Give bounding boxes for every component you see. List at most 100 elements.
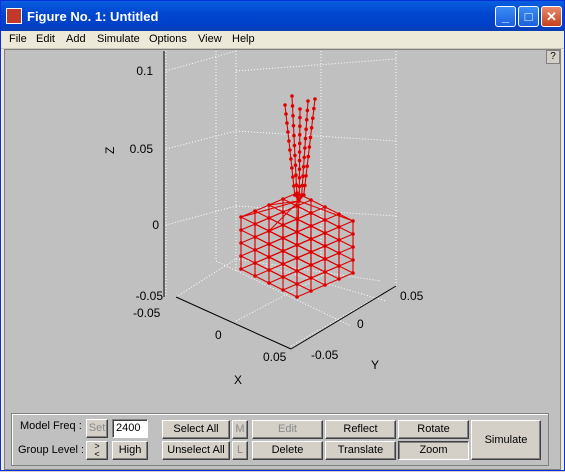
model-edge [311,213,325,220]
model-edge [269,225,283,231]
model-edge [325,272,339,279]
model-edge [297,291,311,297]
edit-button[interactable]: Edit [252,420,323,439]
model-edge [311,233,325,239]
model-edge [255,224,269,231]
model-edge [255,263,269,270]
model-node [281,288,285,292]
model-node [323,218,327,222]
model-node [304,174,308,178]
model-node [302,156,306,160]
model-node [309,237,313,241]
model-edge [339,221,353,227]
model-edge [241,263,255,269]
model-node [309,263,313,267]
model-edge [255,276,269,283]
model-edge [283,232,297,238]
model-node [305,164,309,168]
model-node [298,159,302,163]
set-button[interactable]: Set [86,419,108,438]
model-edge [311,285,325,291]
group-level-value[interactable]: High [112,441,148,460]
rotate-button[interactable]: Rotate [398,420,469,439]
simulate-button[interactable]: Simulate [471,420,541,460]
unselect-all-button[interactable]: Unselect All [162,441,230,460]
model-node [306,99,310,103]
model-edge [255,231,269,237]
model-edge [283,264,297,271]
model-node [311,116,315,120]
model-edge [241,224,255,230]
model-node [297,199,301,203]
model-edge [269,231,283,238]
model-node [305,118,309,122]
model-node [294,173,298,177]
model-node [309,211,313,215]
model-node [309,250,313,254]
model-edge [297,252,311,258]
model-node [281,262,285,266]
model-node [253,274,257,278]
x-tick-neg0.05: -0.05 [133,306,161,320]
model-edge [297,278,311,284]
model-edge [241,217,255,224]
model-node [253,248,257,252]
model-node [298,133,302,137]
model-node [267,216,271,220]
model-node [290,94,294,98]
m-button[interactable]: M [232,420,248,439]
y-tick-0.05: 0.05 [400,289,424,303]
model-edge [283,245,297,251]
model-node [253,261,257,265]
model-node [306,109,310,113]
model-node [239,267,243,271]
model-node [293,144,297,148]
translate-button[interactable]: Translate [325,441,396,460]
delete-button[interactable]: Delete [252,441,323,460]
model-node [302,165,306,169]
model-edge [297,232,311,239]
model-edge [283,258,297,264]
model-node [298,107,302,111]
model-edge [283,284,297,290]
model-node [337,225,341,229]
model-edge [241,269,255,276]
model-edge [283,251,297,258]
model-node [310,126,314,130]
model-edge [311,278,325,285]
reflect-button[interactable]: Reflect [325,420,396,439]
model-node [351,232,355,236]
model-edge [325,233,339,240]
structure-model [239,94,355,299]
model-node [351,271,355,275]
model-edge [241,256,255,263]
model-edge [241,250,255,256]
model-edge [283,219,297,225]
model-node [267,281,271,285]
model-edge [311,220,325,226]
3d-plot[interactable]: 0.1 0.05 0 -0.05 Z -0.05 0 0.05 X 0.05 0… [1,1,565,472]
model-node [309,276,313,280]
zoom-button[interactable]: Zoom [398,441,469,460]
model-node [291,175,295,179]
model-node [294,164,298,168]
model-edge [325,279,339,285]
model-node [301,174,305,178]
model-freq-input[interactable]: 2400 [112,419,148,438]
model-node [337,251,341,255]
model-node [298,124,302,128]
model-node [298,142,302,146]
l-button[interactable]: L [232,441,248,460]
model-node [292,134,296,138]
model-node [288,148,292,152]
model-node [309,289,313,293]
model-node [323,231,327,235]
model-node [287,139,291,143]
model-edge [241,230,255,237]
group-level-arrows[interactable]: >< [86,441,108,460]
model-freq-label: Model Freq : [20,420,82,432]
model-node [239,241,243,245]
model-edge [269,244,283,251]
model-edge [283,290,297,297]
select-all-button[interactable]: Select All [162,420,230,439]
